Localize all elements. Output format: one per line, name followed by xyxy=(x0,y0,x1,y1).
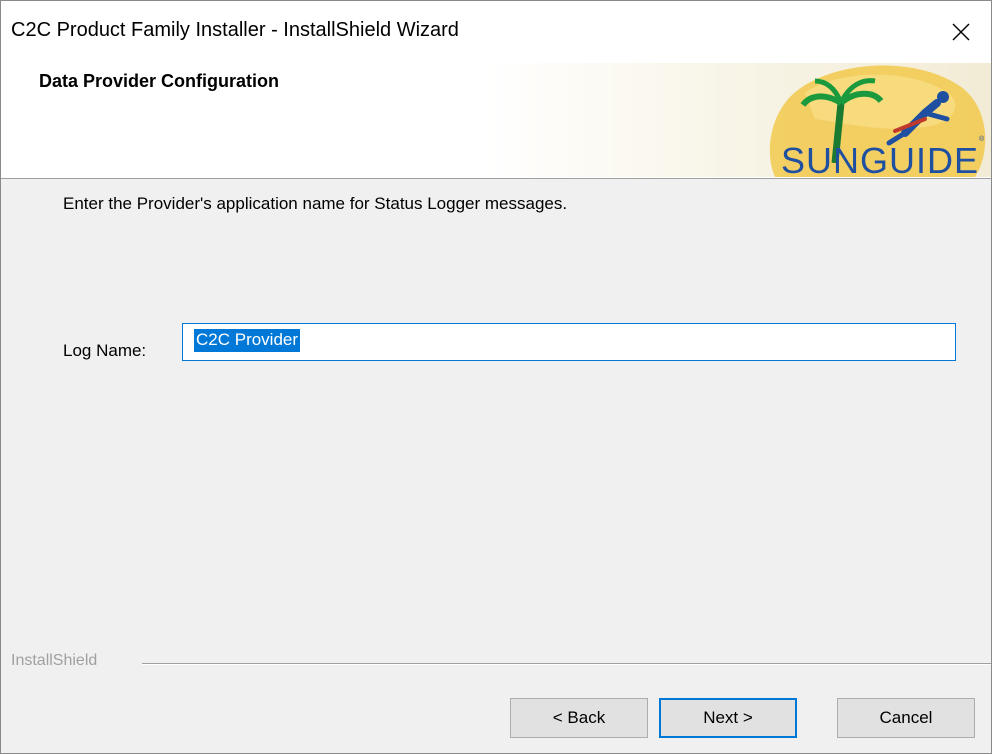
close-icon xyxy=(952,23,970,41)
log-name-input[interactable]: C2C Provider xyxy=(182,323,956,361)
title-bar[interactable]: C2C Product Family Installer - InstallSh… xyxy=(1,1,991,63)
installshield-label: InstallShield xyxy=(11,652,98,669)
instruction-text: Enter the Provider's application name fo… xyxy=(63,194,568,213)
page-title: Data Provider Configuration xyxy=(39,71,280,91)
next-button[interactable]: Next > xyxy=(659,698,797,738)
svg-text:®: ® xyxy=(979,135,985,143)
installer-window: C2C Product Family Installer - InstallSh… xyxy=(0,0,992,754)
footer-divider xyxy=(142,663,991,665)
logo-text: SUNGUIDE xyxy=(781,140,979,177)
window-title: C2C Product Family Installer - InstallSh… xyxy=(11,19,459,41)
log-name-label: Log Name: xyxy=(63,341,147,360)
cancel-button[interactable]: Cancel xyxy=(837,698,975,738)
sunguide-logo: SUNGUIDE ® xyxy=(485,63,991,177)
back-button[interactable]: < Back xyxy=(510,698,648,738)
close-button[interactable] xyxy=(931,1,991,63)
log-name-value: C2C Provider xyxy=(194,329,301,352)
wizard-header: Data Provider Configuration SUNGUIDE ® xyxy=(1,63,991,179)
